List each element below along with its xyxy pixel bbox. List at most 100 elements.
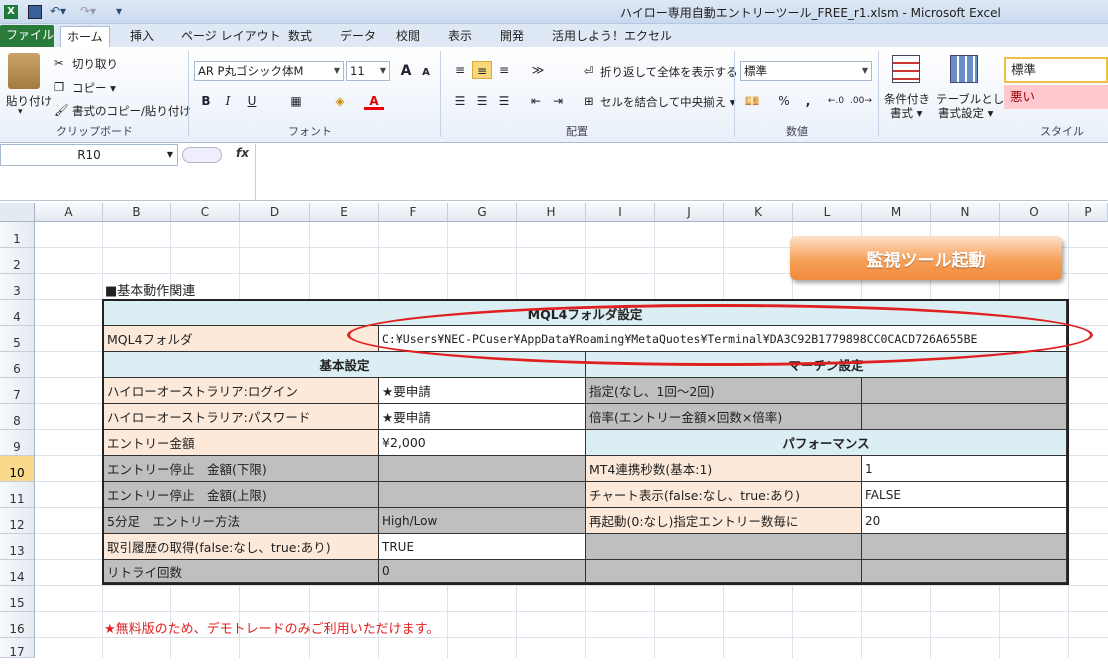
tab-page-layout[interactable]: ページ レイアウト <box>175 26 287 47</box>
row-header[interactable]: 1 <box>0 222 35 248</box>
column-header[interactable]: N <box>931 203 1000 222</box>
copy-button[interactable]: コピー ▾ <box>72 80 116 96</box>
align-bottom-icon[interactable]: ≡ <box>494 61 514 79</box>
column-header[interactable]: P <box>1069 203 1108 222</box>
column-header[interactable]: F <box>379 203 448 222</box>
row-header[interactable]: 2 <box>0 248 35 274</box>
customize-toolbar-icon[interactable]: ▾ <box>116 3 122 20</box>
row-header[interactable]: 11 <box>0 482 35 508</box>
basic-value-entry-amount[interactable]: ¥2,000 <box>379 430 586 456</box>
row-header[interactable]: 3 <box>0 274 35 300</box>
percent-button[interactable]: % <box>774 92 794 110</box>
shrink-font-icon[interactable]: A <box>416 64 436 82</box>
italic-button[interactable]: I <box>218 92 238 110</box>
decrease-indent-icon[interactable]: ⇤ <box>526 92 546 110</box>
fill-color-icon[interactable]: ◈ <box>330 92 350 110</box>
row-header[interactable]: 12 <box>0 508 35 534</box>
name-box[interactable]: R10 ▼ <box>0 144 178 166</box>
tab-developer[interactable]: 開発 <box>494 26 530 47</box>
column-header[interactable]: C <box>171 203 240 222</box>
bold-button[interactable]: B <box>196 92 216 110</box>
basic-value-stop-upper[interactable] <box>379 482 586 508</box>
basic-value-stop-lower[interactable] <box>379 456 586 482</box>
row-header[interactable]: 7 <box>0 378 35 404</box>
perf-value-restart[interactable]: 20 <box>862 508 1067 534</box>
align-middle-icon[interactable]: ≡ <box>472 61 492 79</box>
font-size-combo[interactable]: 11 ▼ <box>346 61 390 81</box>
merge-center-button[interactable]: セルを結合して中央揃え ▾ <box>600 94 736 110</box>
save-icon[interactable] <box>28 5 42 19</box>
tab-data[interactable]: データ <box>334 26 382 47</box>
martin-value-count[interactable] <box>862 378 1067 404</box>
basic-value-login[interactable]: ★要申請 <box>379 378 586 404</box>
tab-insert[interactable]: 挿入 <box>124 26 160 47</box>
excel-icon[interactable]: X <box>4 5 18 19</box>
align-top-icon[interactable]: ≡ <box>450 61 470 79</box>
wrap-text-button[interactable]: 折り返して全体を表示する <box>600 64 738 80</box>
underline-button[interactable]: U <box>242 92 262 110</box>
perf-value-mt4-seconds[interactable]: 1 <box>862 456 1067 482</box>
column-header[interactable]: B <box>103 203 171 222</box>
column-header[interactable]: O <box>1000 203 1069 222</box>
launch-monitor-button[interactable]: 監視ツール起動 <box>790 236 1062 280</box>
row-header[interactable]: 4 <box>0 300 35 326</box>
copy-icon[interactable]: ❐ <box>54 80 64 94</box>
mql4-path-cell[interactable]: C:¥Users¥NEC-PCuser¥AppData¥Roaming¥Meta… <box>379 326 1067 352</box>
column-header[interactable]: H <box>517 203 586 222</box>
column-header[interactable]: J <box>655 203 724 222</box>
row-header[interactable]: 16 <box>0 612 35 638</box>
conditional-format-icon[interactable] <box>892 55 920 83</box>
wrap-text-icon[interactable]: ⏎ <box>584 64 594 78</box>
row-header[interactable]: 17 <box>0 638 35 659</box>
borders-icon[interactable]: ▦ <box>286 92 306 110</box>
cut-icon[interactable]: ✂ <box>54 56 64 70</box>
column-header[interactable]: D <box>240 203 310 222</box>
paste-icon[interactable] <box>8 53 40 89</box>
tab-view[interactable]: 表示 <box>442 26 478 47</box>
conditional-format-label-2[interactable]: 書式 ▾ <box>890 105 922 121</box>
column-header[interactable]: K <box>724 203 793 222</box>
align-left-icon[interactable]: ☰ <box>450 92 470 110</box>
tab-formulas[interactable]: 数式 <box>282 26 318 47</box>
row-header[interactable]: 6 <box>0 352 35 378</box>
align-right-icon[interactable]: ☰ <box>494 92 514 110</box>
paste-button[interactable]: 貼り付け <box>6 93 52 109</box>
format-painter-icon[interactable]: 🖌 <box>54 103 69 117</box>
format-as-table-label-2[interactable]: 書式設定 ▾ <box>938 105 993 121</box>
redo-icon[interactable]: ↷▾ <box>80 3 96 20</box>
paste-dropdown-icon[interactable]: ▾ <box>18 107 23 117</box>
row-header[interactable]: 14 <box>0 560 35 586</box>
undo-icon[interactable]: ↶▾ <box>50 3 66 20</box>
orientation-icon[interactable]: ≫ <box>528 61 548 79</box>
row-header[interactable]: 13 <box>0 534 35 560</box>
tab-excel-tips[interactable]: 活用しよう！エクセル <box>546 26 678 47</box>
format-as-table-icon[interactable] <box>950 55 978 83</box>
tab-home[interactable]: ホーム <box>60 26 110 47</box>
row-header[interactable]: 5 <box>0 326 35 352</box>
formula-input[interactable] <box>255 144 1108 200</box>
column-header[interactable]: G <box>448 203 517 222</box>
merge-center-icon[interactable]: ⊞ <box>584 94 594 108</box>
tab-review[interactable]: 校閲 <box>390 26 426 47</box>
decrease-decimal-icon[interactable]: .00→ <box>850 92 872 110</box>
column-header[interactable]: M <box>862 203 931 222</box>
cut-button[interactable]: 切り取り <box>72 56 118 72</box>
style-bad[interactable]: 悪い <box>1004 85 1108 109</box>
column-header[interactable]: A <box>35 203 103 222</box>
comma-button[interactable]: , <box>798 92 818 110</box>
tab-file[interactable]: ファイル <box>0 25 54 47</box>
perf-value-chart-display[interactable]: FALSE <box>862 482 1067 508</box>
increase-decimal-icon[interactable]: ←.0 <box>826 92 846 110</box>
increase-indent-icon[interactable]: ⇥ <box>548 92 568 110</box>
style-normal[interactable]: 標準 <box>1004 57 1108 83</box>
row-header[interactable]: 10 <box>0 456 35 482</box>
basic-value-retry[interactable]: 0 <box>379 560 586 583</box>
font-color-icon[interactable]: A <box>364 92 384 110</box>
grow-font-icon[interactable]: A <box>396 62 416 80</box>
basic-value-password[interactable]: ★要申請 <box>379 404 586 430</box>
column-header[interactable]: L <box>793 203 862 222</box>
column-header[interactable]: E <box>310 203 379 222</box>
select-all-corner[interactable] <box>0 203 35 222</box>
align-center-icon[interactable]: ☰ <box>472 92 492 110</box>
basic-value-history[interactable]: TRUE <box>379 534 586 560</box>
